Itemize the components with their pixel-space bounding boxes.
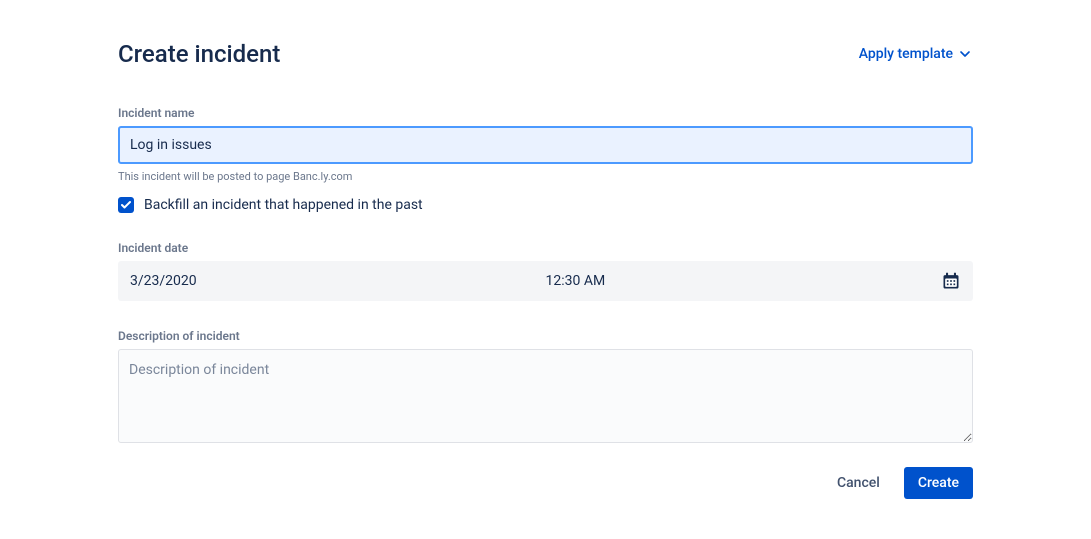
incident-name-group: Incident name This incident will be post… xyxy=(118,106,973,213)
incident-date-group: Incident date 3/23/2020 12:30 AM xyxy=(118,241,973,301)
footer-row: Cancel Create xyxy=(118,467,973,499)
create-button[interactable]: Create xyxy=(904,467,973,499)
apply-template-button[interactable]: Apply template xyxy=(859,46,973,62)
page-title: Create incident xyxy=(118,40,280,68)
cancel-button[interactable]: Cancel xyxy=(829,467,888,499)
apply-template-label: Apply template xyxy=(859,46,953,62)
backfill-label: Backfill an incident that happened in th… xyxy=(144,197,423,213)
backfill-checkbox[interactable] xyxy=(118,197,134,213)
incident-date-row[interactable]: 3/23/2020 12:30 AM xyxy=(118,261,973,301)
incident-date-value: 3/23/2020 xyxy=(130,273,546,289)
chevron-down-icon xyxy=(957,46,973,62)
description-group: Description of incident xyxy=(118,329,973,447)
incident-time-value: 12:30 AM xyxy=(546,273,962,289)
incident-name-helper: This incident will be posted to page Ban… xyxy=(118,170,973,183)
calendar-icon[interactable] xyxy=(941,271,961,291)
incident-name-input[interactable] xyxy=(118,126,973,164)
incident-name-label: Incident name xyxy=(118,106,973,120)
description-label: Description of incident xyxy=(118,329,973,343)
description-input[interactable] xyxy=(118,349,973,443)
backfill-row: Backfill an incident that happened in th… xyxy=(118,197,973,213)
incident-date-label: Incident date xyxy=(118,241,973,255)
header-row: Create incident Apply template xyxy=(118,40,973,68)
check-icon xyxy=(120,199,132,211)
